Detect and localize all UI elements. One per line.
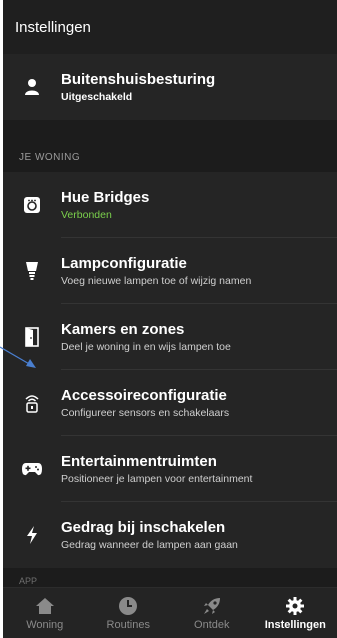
person-icon <box>3 78 61 96</box>
page-title: Instellingen <box>3 0 337 54</box>
tab-label: Routines <box>106 618 150 631</box>
tab-routines[interactable]: Routines <box>87 588 171 638</box>
lightning-icon <box>3 525 61 545</box>
tab-explore[interactable]: Ontdek <box>170 588 254 638</box>
gear-icon <box>285 596 305 616</box>
item-status: Verbonden <box>61 208 112 221</box>
item-title: Entertainmentruimten <box>61 452 217 470</box>
tab-home[interactable]: Woning <box>3 588 87 638</box>
lamp-icon <box>3 261 61 281</box>
door-icon <box>3 327 61 347</box>
item-subtitle: Deel je woning in en wijs lampen toe <box>61 340 231 353</box>
light-setup-item[interactable]: Lampconfiguratie Voeg nieuwe lampen toe … <box>3 238 337 304</box>
item-status: Uitgeschakeld <box>61 90 133 103</box>
item-title: Hue Bridges <box>61 188 150 206</box>
home-icon <box>35 596 55 616</box>
bridge-icon <box>3 196 61 214</box>
item-title: Gedrag bij inschakelen <box>61 518 226 536</box>
item-title: Buitenshuisbesturing <box>61 70 216 88</box>
clock-icon <box>118 596 138 616</box>
tab-label: Ontdek <box>194 618 230 631</box>
tab-label: Woning <box>26 618 64 631</box>
item-title: Kamers en zones <box>61 320 185 338</box>
sensor-icon <box>3 393 61 413</box>
item-title: Accessoireconfiguratie <box>61 386 227 404</box>
away-control-item[interactable]: Buitenshuisbesturing Uitgeschakeld <box>3 54 337 120</box>
gamepad-icon <box>3 461 61 477</box>
item-subtitle: Gedrag wanneer de lampen aan gaan <box>61 538 238 551</box>
item-subtitle: Positioneer je lampen voor entertainment <box>61 472 253 485</box>
item-subtitle: Configureer sensors en schakelaars <box>61 406 230 419</box>
settings-screen: Instellingen Buitenshuisbesturing Uitges… <box>3 0 337 638</box>
bottom-tab-bar: Woning Routines Ontdek Instellingen <box>3 587 337 638</box>
item-subtitle: Voeg nieuwe lampen toe of wijzig namen <box>61 274 252 287</box>
accessory-setup-item[interactable]: Accessoireconfiguratie Configureer senso… <box>3 370 337 436</box>
rocket-icon <box>202 596 222 616</box>
item-title: Lampconfiguratie <box>61 254 187 272</box>
hue-bridges-item[interactable]: Hue Bridges Verbonden <box>3 172 337 238</box>
tab-label: Instellingen <box>264 618 326 631</box>
tab-settings[interactable]: Instellingen <box>254 588 337 638</box>
entertainment-areas-item[interactable]: Entertainmentruimten Positioneer je lamp… <box>3 436 337 502</box>
power-on-behavior-item[interactable]: Gedrag bij inschakelen Gedrag wanneer de… <box>3 502 337 568</box>
section-header: JE WONING <box>3 142 337 172</box>
rooms-zones-item[interactable]: Kamers en zones Deel je woning in en wij… <box>3 304 337 370</box>
